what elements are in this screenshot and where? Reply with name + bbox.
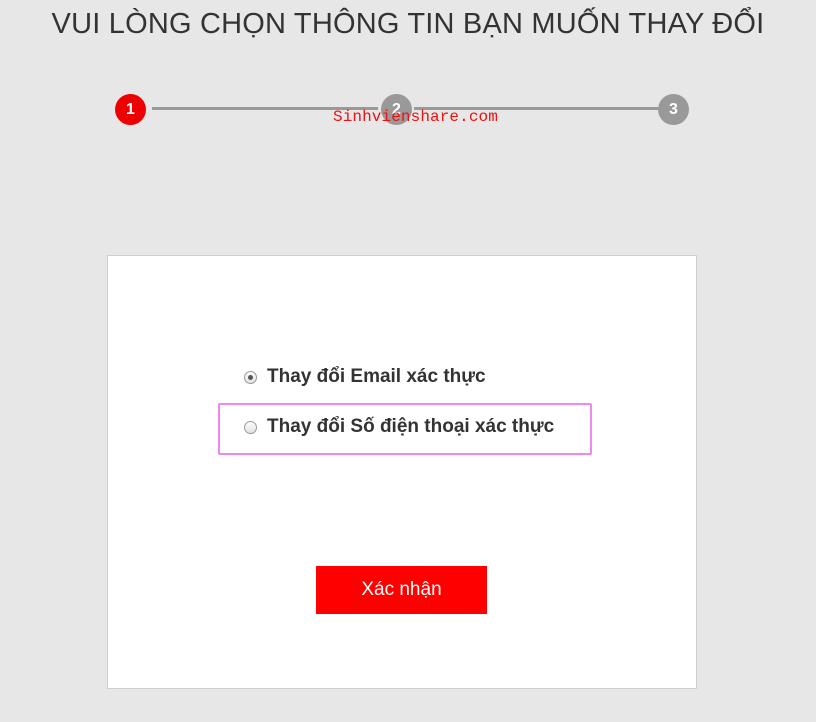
option-email-label: Thay đổi Email xác thực — [267, 366, 486, 387]
progress-stepper: 1 2 3 — [0, 0, 816, 160]
options-card — [107, 255, 697, 689]
option-change-email[interactable]: Thay đổi Email xác thực — [244, 366, 486, 388]
option-phone-label: Thay đổi Số điện thoại xác thực — [267, 416, 555, 437]
phone-radio-button[interactable] — [244, 420, 257, 434]
step-3-indicator: 3 — [658, 94, 689, 125]
step-1-indicator: 1 — [115, 94, 146, 125]
email-radio-button[interactable] — [244, 370, 257, 384]
watermark-text: Sinhvienshare.com — [333, 108, 498, 126]
option-change-phone[interactable]: Thay đổi Số điện thoại xác thực — [244, 416, 554, 438]
confirm-button[interactable]: Xác nhận — [316, 566, 487, 614]
